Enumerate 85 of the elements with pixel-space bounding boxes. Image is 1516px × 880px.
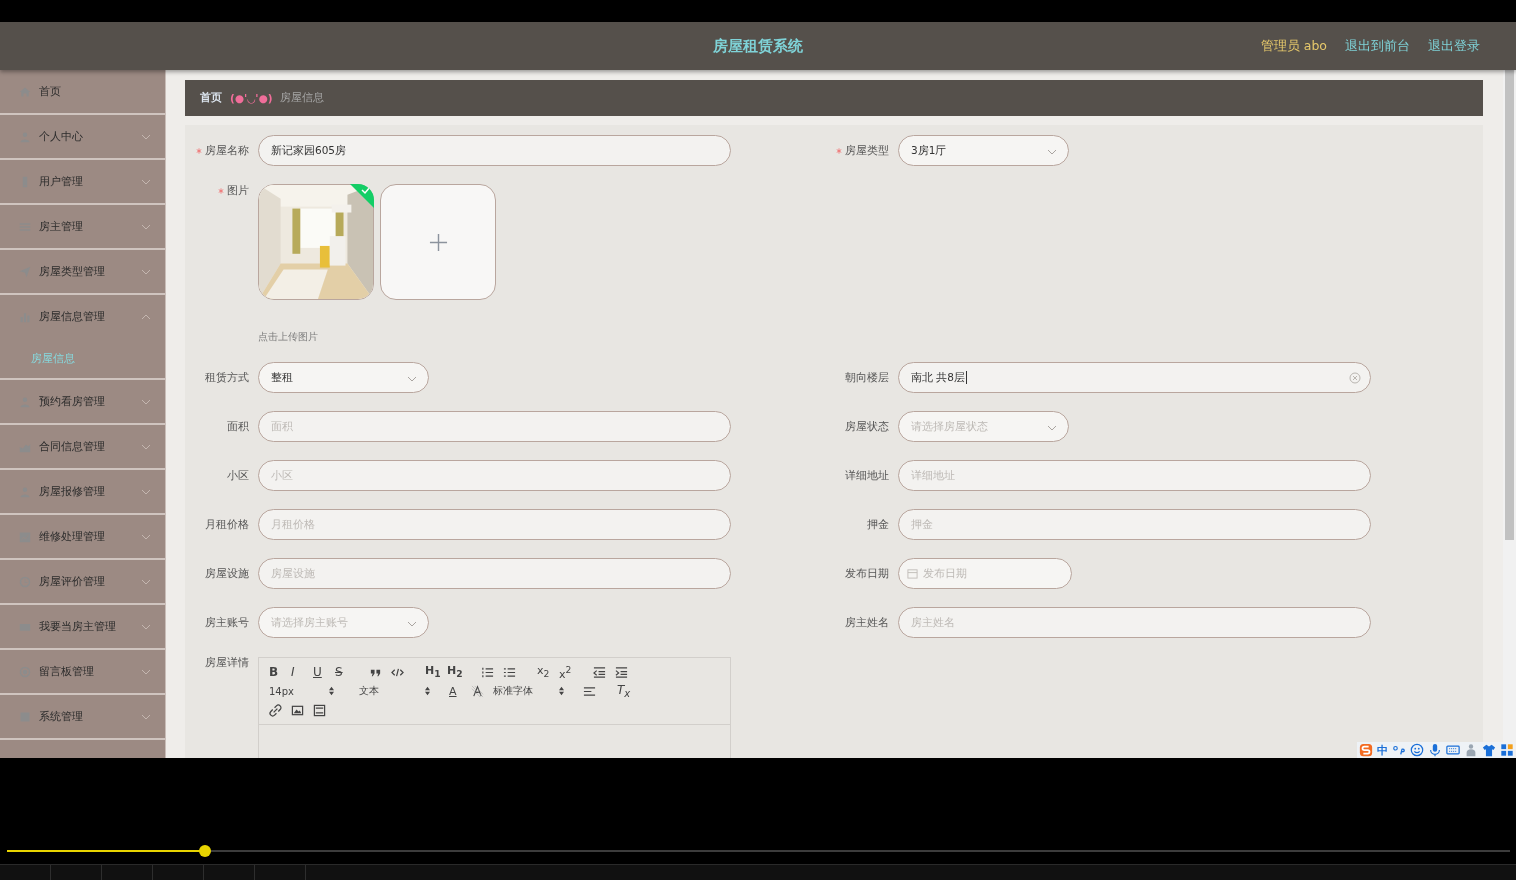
heading-button[interactable]: H$_{2}$: [447, 664, 469, 680]
field-label: 房屋设施: [205, 566, 249, 581]
required-icon: [196, 147, 202, 154]
field-label: 小区: [227, 468, 249, 483]
sidebar-item[interactable]: 我要当房主管理: [0, 605, 165, 648]
format-button[interactable]: I: [291, 664, 313, 680]
sidebar-item[interactable]: 维修处理管理: [0, 515, 165, 558]
bullet-list-icon[interactable]: [503, 665, 516, 679]
sidebar-item[interactable]: 首页: [0, 70, 165, 113]
progress-handle[interactable]: [199, 845, 212, 857]
sidebar-item[interactable]: 预约看房管理: [0, 380, 165, 423]
microphone-icon[interactable]: [1428, 743, 1442, 757]
field-label: 图片: [227, 184, 249, 198]
grid-icon[interactable]: [1500, 743, 1514, 757]
sidebar-item[interactable]: 房屋类型管理: [0, 250, 165, 293]
heading-button[interactable]: H$_{1}$: [425, 664, 447, 680]
calendar-icon: [907, 568, 918, 579]
required-icon: [218, 188, 224, 194]
updown-icon: [328, 686, 335, 696]
video-icon[interactable]: [313, 703, 326, 717]
sidebar-item[interactable]: 个人中心: [0, 115, 165, 158]
align-icon[interactable]: [583, 684, 596, 698]
numbered-list-icon[interactable]: [481, 665, 494, 679]
app-title: 房屋租赁系统: [713, 36, 803, 56]
sidebar-item[interactable]: 留言板管理: [0, 650, 165, 693]
sidebar-item[interactable]: 房屋评价管理: [0, 560, 165, 603]
breadcrumb-link[interactable]: 首页: [200, 91, 222, 105]
field-label: 房主账号: [205, 615, 249, 630]
field-label: 面积: [227, 419, 249, 434]
link-icon[interactable]: [269, 703, 282, 717]
chevron-down-icon: [407, 376, 417, 382]
ime-logo-icon[interactable]: [1359, 743, 1373, 757]
script-button[interactable]: x$_{2}$: [537, 664, 559, 680]
field-label: 租赁方式: [205, 370, 249, 385]
breadcrumb-current: 房屋信息: [280, 91, 325, 105]
indent-icon[interactable]: [615, 665, 628, 679]
header-link[interactable]: 退出登录: [1428, 37, 1480, 55]
input-field[interactable]: 新记家园605房: [258, 135, 731, 166]
plus-icon: [428, 232, 448, 252]
field-label: 房屋详情: [205, 656, 249, 670]
toolbar-select[interactable]: 14px: [269, 685, 335, 697]
clear-format-button[interactable]: T$_{x}$: [617, 683, 639, 699]
updown-icon: [558, 686, 565, 696]
highlight-icon[interactable]: [471, 684, 484, 698]
field-label: 房屋状态: [845, 419, 889, 434]
field-label: 房主姓名: [845, 615, 889, 630]
toolbar-select[interactable]: 文本: [359, 684, 431, 698]
punctuation-icon[interactable]: [1392, 743, 1406, 757]
shirt-icon[interactable]: [1482, 743, 1496, 757]
field-label: 详细地址: [845, 468, 889, 483]
sidebar-item[interactable]: 房屋报修管理: [0, 470, 165, 513]
chevron-down-icon: [1047, 149, 1057, 155]
user-label: 管理员 abo: [1260, 37, 1327, 55]
sidebar-item[interactable]: 系统管理: [0, 695, 165, 738]
select-field[interactable]: 3房1厅: [898, 135, 1069, 166]
scrollbar[interactable]: [1505, 70, 1514, 540]
required-icon: [836, 147, 842, 154]
field-label: 朝向楼层: [845, 370, 889, 385]
script-button[interactable]: x$^{2}$: [559, 664, 581, 680]
sidebar-item[interactable]: 用户管理: [0, 160, 165, 203]
format-button[interactable]: S: [335, 664, 357, 680]
field-label: 月租价格: [205, 517, 249, 532]
emoji-icon[interactable]: [1410, 743, 1424, 757]
breadcrumb-separator: (●'◡'●): [230, 92, 273, 104]
field-label: 押金: [867, 517, 889, 532]
field-label: 房屋类型: [845, 143, 889, 158]
input-mode-label[interactable]: 中: [1377, 742, 1388, 758]
chevron-down-icon: [1047, 425, 1057, 431]
format-button[interactable]: B: [269, 664, 291, 680]
field-label: 发布日期: [845, 566, 889, 581]
upload-hint: 点击上传图片: [258, 330, 319, 344]
select-field[interactable]: 整租: [258, 362, 429, 393]
sidebar-item[interactable]: 合同信息管理: [0, 425, 165, 468]
sidebar-item[interactable]: 房屋信息管理: [0, 295, 165, 338]
format-button[interactable]: U: [313, 664, 335, 680]
input-field[interactable]: 南北 共8层: [898, 362, 1371, 393]
chevron-down-icon: [407, 621, 417, 627]
outdent-icon[interactable]: [593, 665, 606, 679]
text-color-button[interactable]: A: [449, 683, 471, 699]
header-link[interactable]: 退出到前台: [1345, 37, 1410, 55]
image-icon[interactable]: [291, 703, 304, 717]
toolbar-select[interactable]: 标准字体: [493, 684, 565, 698]
updown-icon: [424, 686, 431, 696]
field-label: 房屋名称: [205, 143, 249, 158]
sidebar-item[interactable]: 房主管理: [0, 205, 165, 248]
